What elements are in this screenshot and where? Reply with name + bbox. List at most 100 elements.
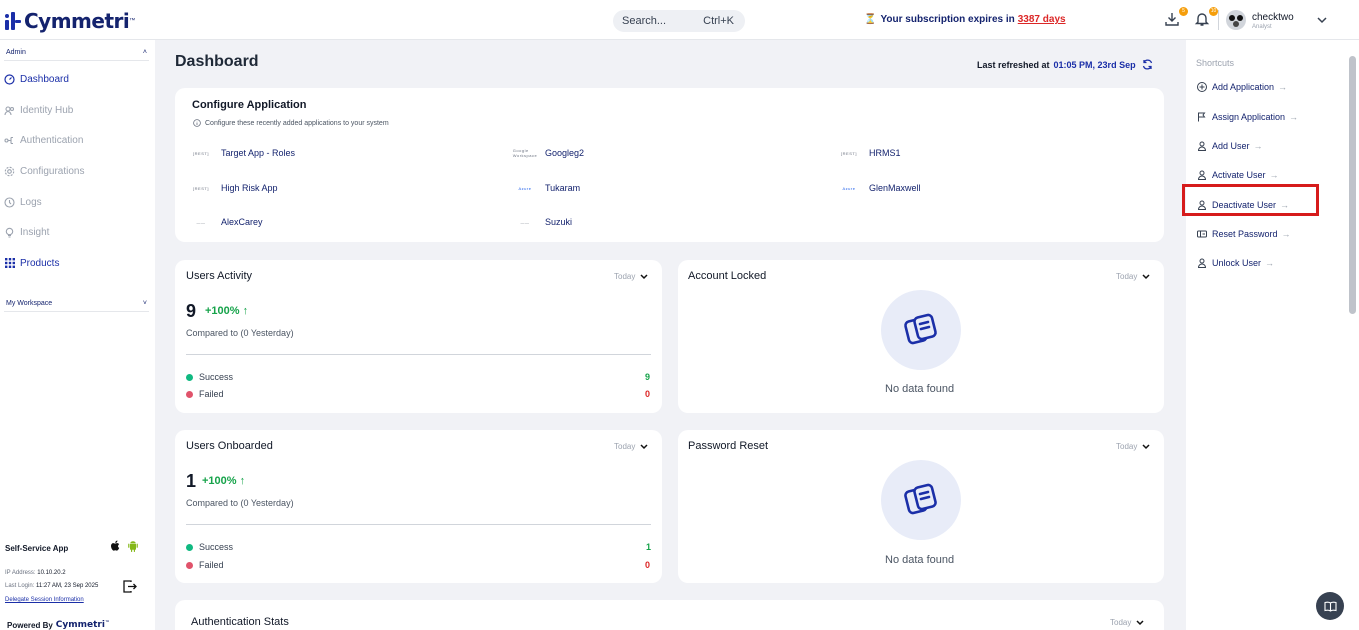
success-dot <box>186 373 193 381</box>
arrow-right-icon: → <box>1269 170 1279 180</box>
logout-icon[interactable] <box>122 579 137 594</box>
user-name[interactable]: checktwo <box>1252 12 1294 23</box>
chevron-down-icon <box>1136 619 1144 625</box>
shortcut-assign-application[interactable]: Assign Application → <box>1197 109 1298 125</box>
subscription-days-link[interactable]: 3387 days <box>1018 14 1066 25</box>
divider <box>186 354 651 355</box>
last-refreshed: Last refreshed at 01:05 PM, 23rd Sep <box>977 59 1153 70</box>
shortcut-label: Assign Application <box>1212 112 1286 122</box>
shortcut-unlock-user[interactable]: Unlock User → <box>1197 255 1274 271</box>
no-data-text: No data found <box>885 554 955 566</box>
sidebar-item-dashboard[interactable]: Dashboard <box>4 69 69 89</box>
shortcut-add-user[interactable]: Add User → <box>1197 138 1263 154</box>
plus-square-icon <box>1197 82 1207 92</box>
password-reset-card: Password Reset Today No data found <box>678 430 1164 583</box>
cymmetri-logo[interactable]: Cymmetri ™ <box>4 9 135 33</box>
app-alexcarey[interactable]: —— AlexCarey <box>191 217 263 227</box>
delegate-session-link[interactable]: Delegate Session Information <box>5 597 84 603</box>
last-refreshed-label: Last refreshed at <box>977 59 1050 70</box>
users-activity-title: Users Activity <box>186 270 253 282</box>
ip-address: IP Address: 10.10.20.2 <box>5 570 66 576</box>
authentication-stats-filter[interactable]: Today <box>1110 618 1144 627</box>
rest-logo-icon: [REST] <box>193 185 209 191</box>
app-name: Target App - Roles <box>221 148 296 158</box>
app-target-app-roles[interactable]: [REST] Target App - Roles <box>191 148 295 158</box>
chevron-up-icon: ˄ <box>142 49 147 56</box>
app-hrms1[interactable]: [REST] HRMS1 <box>839 148 901 158</box>
success-value: 1 <box>646 542 652 552</box>
logs-icon <box>4 196 15 208</box>
grid-icon <box>4 258 15 269</box>
subscription-text: Your subscription expires in <box>880 14 1015 25</box>
dashboard-icon <box>4 73 15 85</box>
chevron-down-icon <box>1142 273 1150 279</box>
chevron-down-icon[interactable] <box>1316 14 1328 26</box>
app-logo-icon: —— <box>196 219 206 225</box>
sidebar-item-products[interactable]: Products <box>4 253 59 273</box>
shortcut-activate-user[interactable]: Activate User → <box>1197 167 1279 183</box>
download-button[interactable]: 5 <box>1164 7 1188 29</box>
avatar[interactable] <box>1226 10 1246 30</box>
self-service-app-label: Self-Service App <box>5 544 69 553</box>
section-admin-label: Admin <box>6 49 26 56</box>
section-workspace-label: My Workspace <box>6 300 53 307</box>
search-bar[interactable]: Search... Ctrl+K <box>613 10 745 32</box>
app-name: Tukaram <box>545 183 581 193</box>
sidebar-item-identity-hub[interactable]: Identity Hub <box>4 100 73 120</box>
chevron-down-icon <box>1142 443 1150 449</box>
powered-by-label: Powered By <box>7 620 53 630</box>
notification-badge: 10 <box>1209 7 1218 16</box>
chevron-down-icon <box>640 443 648 449</box>
identity-icon <box>4 105 15 116</box>
sidebar-section-admin[interactable]: Admin ˄ <box>4 45 149 61</box>
users-activity-percent: +100% ↑ <box>205 305 249 317</box>
account-locked-filter[interactable]: Today <box>1116 272 1150 281</box>
refresh-icon[interactable] <box>1142 59 1153 70</box>
shortcut-reset-password[interactable]: Reset Password → <box>1197 226 1291 242</box>
sidebar-item-label: Logs <box>20 196 42 208</box>
no-data-text: No data found <box>885 383 955 395</box>
azure-logo-icon: Azure <box>842 185 856 191</box>
authentication-icon <box>4 135 15 146</box>
app-tukaram[interactable]: Azure Tukaram <box>515 183 581 193</box>
chevron-down-icon <box>640 273 648 279</box>
last-login-label: Last Login: <box>5 583 35 589</box>
sidebar-item-configurations[interactable]: Configurations <box>4 161 84 181</box>
users-onboarded-filter[interactable]: Today <box>614 442 648 451</box>
arrow-right-icon: → <box>1281 229 1291 239</box>
app-store-icons <box>110 540 139 552</box>
apple-icon[interactable] <box>110 540 121 552</box>
rest-logo-icon: [REST] <box>841 150 857 156</box>
failed-dot <box>186 561 193 569</box>
shortcuts-panel: Shortcuts Add Application → Assign Appli… <box>1186 40 1359 630</box>
shortcut-add-application[interactable]: Add Application → <box>1197 79 1287 95</box>
sidebar-item-insight[interactable]: Insight <box>4 222 49 242</box>
app-name: HRMS1 <box>869 148 901 158</box>
configure-application-card: Configure Application Configure these re… <box>175 88 1164 242</box>
app-glenmaxwell[interactable]: Azure GlenMaxwell <box>839 183 921 193</box>
book-icon <box>1323 601 1337 612</box>
scrollbar[interactable] <box>1348 44 1357 630</box>
help-button[interactable] <box>1316 592 1344 620</box>
arrow-right-icon: → <box>1289 112 1299 122</box>
app-suzuki[interactable]: —— Suzuki <box>515 217 573 227</box>
users-onboarded-count: 1 <box>186 471 197 491</box>
notifications-button[interactable]: 10 <box>1194 7 1218 29</box>
user-icon <box>1197 258 1207 268</box>
shortcut-label: Unlock User <box>1212 258 1262 268</box>
users-activity-filter[interactable]: Today <box>614 272 648 281</box>
shortcut-label: Reset Password <box>1212 229 1278 239</box>
account-locked-card: Account Locked Today No data found <box>678 260 1164 413</box>
password-reset-filter[interactable]: Today <box>1116 442 1150 451</box>
download-icon <box>1165 13 1179 26</box>
android-icon[interactable] <box>127 540 139 552</box>
sidebar-item-logs[interactable]: Logs <box>4 192 42 212</box>
sidebar-section-workspace[interactable]: My Workspace ˅ <box>4 296 149 312</box>
app-googleg2[interactable]: Google Workspace Googleg2 <box>513 148 584 158</box>
ip-value: 10.10.20.2 <box>37 570 66 576</box>
scrollbar-thumb[interactable] <box>1349 56 1356 314</box>
sidebar-item-label: Insight <box>20 226 50 238</box>
sidebar-item-authentication[interactable]: Authentication <box>4 130 83 150</box>
app-high-risk-app[interactable]: [REST] High Risk App <box>191 183 277 193</box>
success-value: 9 <box>645 372 651 382</box>
